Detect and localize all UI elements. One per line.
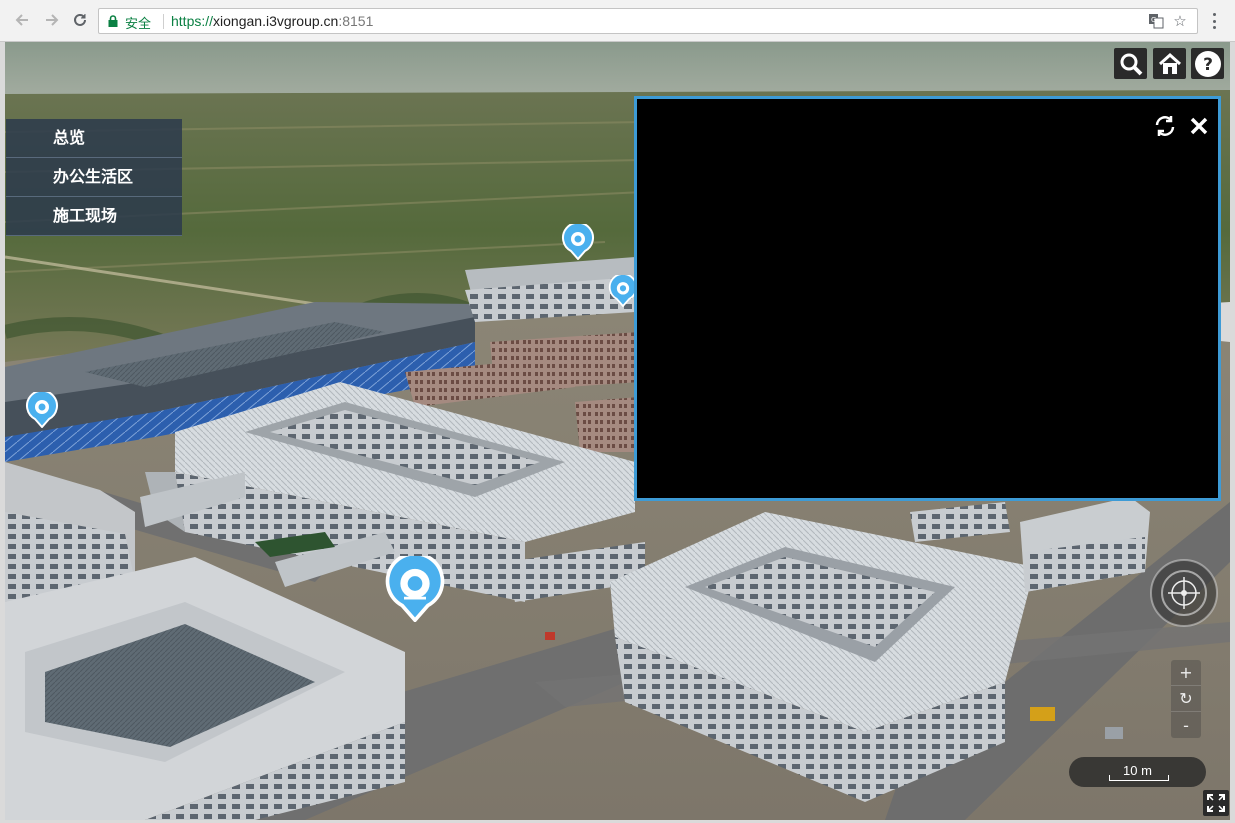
- arrow-right-icon: [46, 14, 59, 26]
- reload-icon: [74, 13, 86, 26]
- zoom-in-button[interactable]: +: [1171, 660, 1201, 686]
- secure-label: 安全: [125, 17, 152, 32]
- search-button[interactable]: [1114, 48, 1147, 79]
- back-button[interactable]: [12, 10, 32, 30]
- camera-marker-icon[interactable]: [25, 392, 59, 428]
- translate-icon[interactable]: G: [1147, 12, 1165, 30]
- camera-marker-icon[interactable]: [561, 224, 595, 260]
- home-icon: [1158, 52, 1181, 74]
- reset-view-button[interactable]: ↻: [1171, 686, 1201, 712]
- camera-marker-icon[interactable]: [383, 556, 447, 622]
- side-menu: 总览 办公生活区 施工现场: [6, 119, 182, 236]
- fullscreen-button[interactable]: [1203, 790, 1229, 816]
- fullscreen-icon: [1207, 794, 1225, 812]
- side-menu-item-construction-site[interactable]: 施工现场: [6, 197, 182, 236]
- help-icon: ?: [1194, 50, 1221, 77]
- svg-text:?: ?: [1203, 55, 1213, 75]
- refresh-button[interactable]: [1152, 113, 1178, 139]
- bookmark-star-icon[interactable]: ☆: [1171, 12, 1189, 30]
- separator: [163, 14, 164, 29]
- help-button[interactable]: ?: [1191, 48, 1224, 79]
- compass-navigator[interactable]: [1149, 558, 1219, 628]
- browser-menu-button[interactable]: [1206, 11, 1222, 31]
- url-port: :8151: [338, 13, 374, 29]
- reload-button[interactable]: [70, 10, 90, 30]
- zoom-control: + ↻ -: [1171, 660, 1201, 738]
- address-bar[interactable]: 安全 https://xiongan.i3vgroup.cn:8151 G ☆: [98, 8, 1198, 34]
- zoom-out-button[interactable]: -: [1171, 712, 1201, 738]
- url-text[interactable]: https://xiongan.i3vgroup.cn:8151: [171, 13, 373, 29]
- svg-text:G: G: [1151, 16, 1156, 24]
- side-menu-item-office-living[interactable]: 办公生活区: [6, 158, 182, 197]
- arrow-left-icon: [15, 14, 28, 26]
- url-scheme: https://: [171, 13, 214, 29]
- url-host: xiongan.i3vgroup.cn: [213, 13, 339, 29]
- close-icon: [1190, 117, 1208, 135]
- forward-button[interactable]: [42, 10, 62, 30]
- lock-icon: [108, 15, 118, 27]
- home-button[interactable]: [1153, 48, 1186, 79]
- side-menu-item-overview[interactable]: 总览: [6, 119, 182, 158]
- browser-toolbar: 安全 https://xiongan.i3vgroup.cn:8151 G ☆: [0, 0, 1235, 42]
- search-icon: [1120, 53, 1142, 75]
- video-panel[interactable]: [634, 96, 1221, 501]
- close-button[interactable]: [1186, 113, 1212, 139]
- scale-bar: 10 m: [1069, 757, 1206, 787]
- refresh-icon: [1155, 116, 1175, 136]
- scale-line: [1109, 775, 1169, 781]
